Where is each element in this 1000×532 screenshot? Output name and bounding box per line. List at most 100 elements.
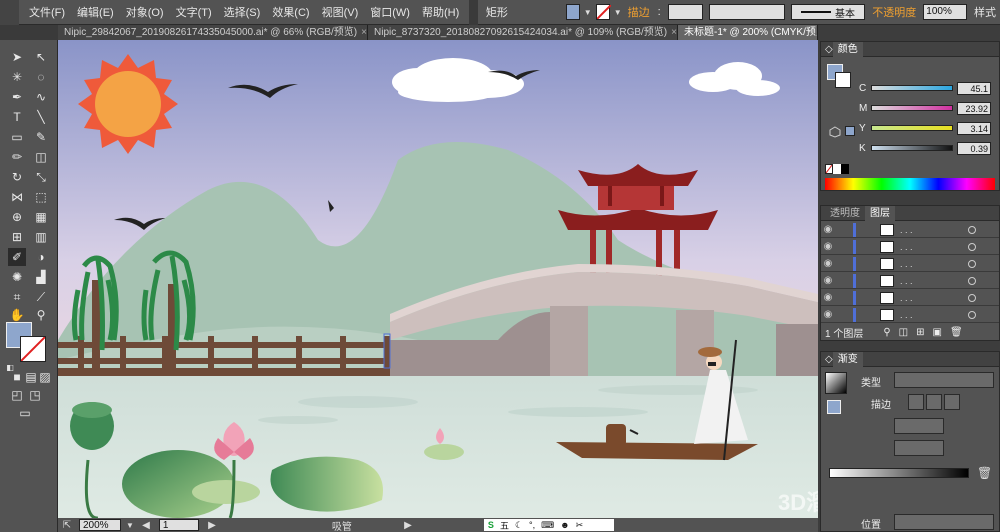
eye-icon[interactable]: ◉: [821, 292, 835, 303]
delete-stop-icon[interactable]: 🗑: [977, 466, 992, 480]
tab-document-2[interactable]: Nipic_8737320_20180827092615424034.ai* @…: [368, 25, 678, 40]
eraser-tool-icon[interactable]: ◫: [32, 148, 50, 166]
new-sublayer-icon[interactable]: ⊞: [916, 327, 924, 338]
clipping-mask-icon[interactable]: ◫: [899, 327, 908, 338]
gradient-type-select[interactable]: [894, 372, 994, 388]
live-paint-tool-icon[interactable]: ▦: [32, 208, 50, 226]
draw-behind-icon[interactable]: ◳: [26, 386, 44, 404]
ime-toolbar[interactable]: S 五 ☾ °, ⌨ ☻ ✂: [483, 519, 614, 531]
curvature-tool-icon[interactable]: ∿: [32, 88, 50, 106]
menu-object[interactable]: 对象(O): [120, 4, 170, 20]
cube-icon[interactable]: [829, 126, 841, 138]
layer-row[interactable]: ◉. . .: [821, 307, 999, 323]
brush-select[interactable]: 基本: [790, 4, 866, 20]
layer-row[interactable]: ◉. . .: [821, 273, 999, 289]
target-icon[interactable]: [968, 259, 976, 268]
layer-row[interactable]: ◉. . .: [821, 222, 999, 238]
delete-icon[interactable]: 🗑: [950, 327, 963, 338]
target-icon[interactable]: [968, 225, 976, 234]
aspect-field[interactable]: [894, 440, 944, 456]
eye-icon[interactable]: ◉: [821, 258, 835, 269]
target-icon[interactable]: [968, 310, 976, 319]
none-mode-icon[interactable]: ▨: [36, 368, 54, 386]
collapse-icon[interactable]: ◇: [825, 354, 833, 365]
free-transform-tool-icon[interactable]: ⬚: [32, 188, 50, 206]
opacity-field[interactable]: 100%: [923, 4, 967, 20]
gradient-preview[interactable]: [825, 372, 847, 394]
black-track[interactable]: [871, 145, 953, 151]
style-label[interactable]: 样式: [970, 4, 1000, 20]
scale-tool-icon[interactable]: ⤡: [32, 168, 50, 186]
type-tool-icon[interactable]: T: [8, 108, 26, 126]
next-artboard-icon[interactable]: ▶: [202, 520, 222, 531]
tab-document-1[interactable]: Nipic_29842067_20190826174335045000.ai* …: [58, 25, 368, 40]
artboard-canvas[interactable]: 3D溜溜: [58, 40, 818, 518]
draw-mode-icon[interactable]: ◰: [8, 386, 26, 404]
zoom-field[interactable]: 200%: [79, 519, 121, 531]
menu-select[interactable]: 选择(S): [218, 4, 267, 20]
stroke-along-icon[interactable]: [926, 394, 942, 410]
layer-row[interactable]: ◉. . .: [821, 239, 999, 255]
close-icon[interactable]: ×: [361, 27, 367, 38]
fill-swatch[interactable]: [827, 400, 841, 414]
slice-tool-icon[interactable]: ⟋: [32, 288, 50, 306]
prev-artboard-icon[interactable]: ◀: [136, 520, 156, 531]
chevron-down-icon[interactable]: ▼: [584, 8, 592, 17]
locate-object-icon[interactable]: ⚲: [883, 327, 890, 338]
shape-builder-tool-icon[interactable]: ⊕: [8, 208, 26, 226]
pen-tool-icon[interactable]: ✒: [8, 88, 26, 106]
selection-tool-icon[interactable]: ➤: [8, 48, 26, 66]
width-tool-icon[interactable]: ⋈: [8, 188, 26, 206]
target-icon[interactable]: [968, 242, 976, 251]
out-of-gamut-swatch[interactable]: [845, 126, 855, 136]
status-arrow-icon[interactable]: ▶: [402, 520, 414, 531]
paintbrush-tool-icon[interactable]: ✎: [32, 128, 50, 146]
eye-icon[interactable]: ◉: [821, 275, 835, 286]
close-icon[interactable]: ×: [671, 27, 677, 38]
zoom-tool-icon[interactable]: ⚲: [32, 306, 50, 324]
eyedropper-tool-icon[interactable]: ✐: [8, 248, 26, 266]
angle-field[interactable]: [894, 418, 944, 434]
eye-icon[interactable]: ◉: [821, 224, 835, 235]
menu-help[interactable]: 帮助(H): [416, 4, 465, 20]
lasso-tool-icon[interactable]: ◌: [32, 68, 50, 86]
chevron-down-icon[interactable]: ▼: [614, 8, 622, 17]
share-icon[interactable]: ⇱: [58, 520, 76, 531]
yellow-track[interactable]: [871, 125, 953, 131]
mesh-tool-icon[interactable]: ⊞: [8, 228, 26, 246]
gradient-tool-icon[interactable]: ▥: [32, 228, 50, 246]
blend-tool-icon[interactable]: ◑: [32, 248, 50, 266]
position-field[interactable]: [894, 514, 994, 530]
new-layer-icon[interactable]: ▣: [933, 327, 942, 338]
eye-icon[interactable]: ◉: [821, 241, 835, 252]
cyan-track[interactable]: [871, 85, 953, 91]
menu-window[interactable]: 窗口(W): [364, 4, 416, 20]
color-spectrum[interactable]: [825, 178, 995, 190]
tab-transparency[interactable]: 透明度: [825, 206, 865, 221]
gradient-slider[interactable]: [829, 468, 969, 478]
stroke-within-icon[interactable]: [908, 394, 924, 410]
tab-layers[interactable]: 图层: [865, 205, 895, 221]
layer-row[interactable]: ◉. . .: [821, 290, 999, 306]
menu-file[interactable]: 文件(F): [23, 4, 71, 20]
menu-view[interactable]: 视图(V): [316, 4, 365, 20]
artboard-tool-icon[interactable]: ⌗: [8, 288, 26, 306]
menu-effect[interactable]: 效果(C): [266, 4, 315, 20]
symbol-sprayer-tool-icon[interactable]: ✺: [8, 268, 26, 286]
target-icon[interactable]: [968, 293, 976, 302]
layer-row[interactable]: ◉. . .: [821, 256, 999, 272]
opacity-label[interactable]: 不透明度: [868, 4, 920, 20]
tab-document-3[interactable]: 未标题-1* @ 200% (CMYK/预览)×: [678, 25, 818, 40]
stroke-weight-field[interactable]: [667, 4, 703, 20]
stroke-color-swatch[interactable]: [20, 336, 46, 362]
pencil-tool-icon[interactable]: ✏: [8, 148, 26, 166]
none-white-black-swatches[interactable]: [825, 164, 849, 174]
slider-yellow[interactable]: Y 3.14: [859, 120, 999, 136]
menu-type[interactable]: 文字(T): [170, 4, 218, 20]
target-icon[interactable]: [968, 276, 976, 285]
collapse-icon[interactable]: ◇: [825, 44, 833, 55]
slider-magenta[interactable]: M 23.92: [859, 100, 999, 116]
column-graph-tool-icon[interactable]: ▟: [32, 268, 50, 286]
artboard-field[interactable]: 1: [158, 519, 199, 531]
variable-width-select[interactable]: [708, 4, 785, 20]
